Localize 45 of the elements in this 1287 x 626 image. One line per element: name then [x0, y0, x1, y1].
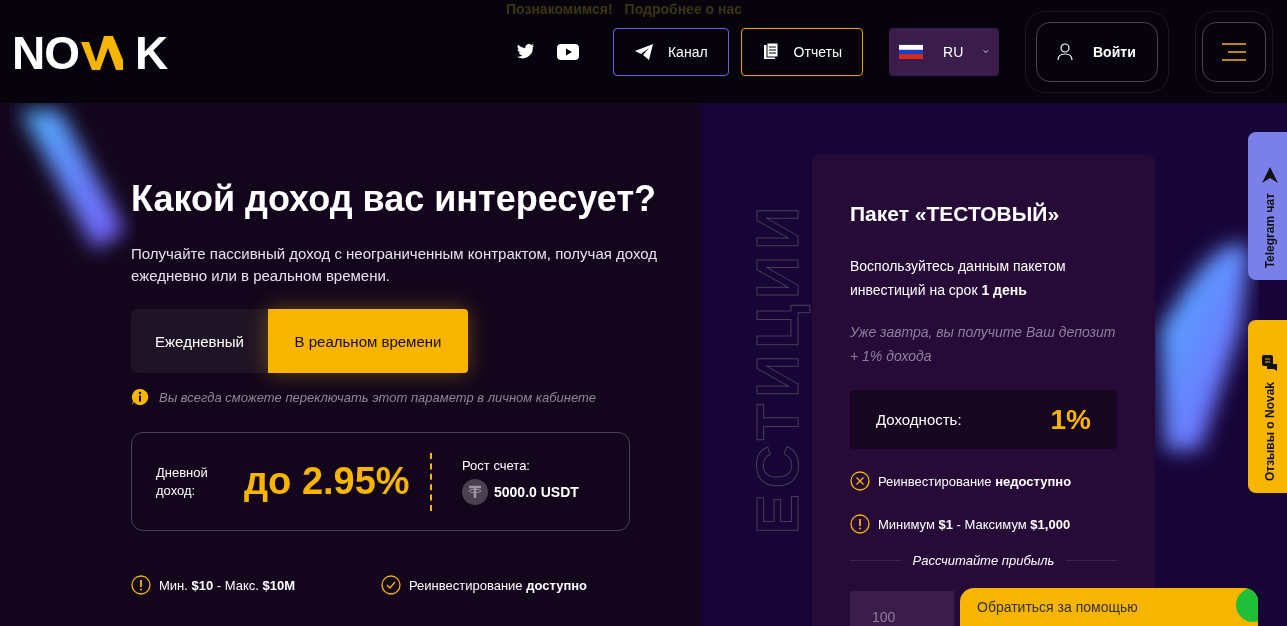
- info-icon: [131, 388, 149, 406]
- hint-text: Вы всегда сможете переключать этот параметр в личном кабинете: [159, 389, 597, 405]
- language-select[interactable]: RU: [889, 27, 999, 76]
- stat-label: Рост счета:: [462, 458, 531, 473]
- mode-tab[interactable]: В реальном времени: [268, 309, 468, 373]
- income-value: до 2.95%: [244, 460, 411, 503]
- chevron-down-icon: [983, 49, 989, 54]
- package-description: Воспользуйтесь данным пакетом инвестиций на срок 1 день: [850, 257, 1067, 300]
- feature-text: Мин. $10 - Макс. $10M: [159, 577, 296, 593]
- reports-button[interactable]: Отчеты: [740, 27, 863, 76]
- amount-field[interactable]: 100: [850, 591, 954, 626]
- youtube-icon[interactable]: [556, 43, 579, 60]
- user-icon: [1057, 43, 1073, 60]
- arrow-up-icon: [1262, 166, 1278, 183]
- exclamation-icon: [850, 514, 870, 534]
- menu-icon: [1222, 42, 1246, 61]
- outline-title: ЕСТИЦИИ: [742, 199, 812, 537]
- paper-plane-icon: [633, 42, 654, 61]
- feature-text: Реинвестирование доступно: [409, 577, 588, 593]
- exclamation-icon: [131, 575, 151, 595]
- novak-logo: NO K: [12, 25, 168, 80]
- feature-text: Минимум $1 - Максимум $1,000: [878, 516, 1071, 532]
- menu-button[interactable]: [1202, 21, 1266, 82]
- document-icon: [761, 42, 780, 61]
- page-description: Получайте пассивный доход с неограниченным контрактом, получая доход ежедневно или в реальном времени.: [131, 244, 659, 286]
- feature-text: Реинвестирование недоступно: [878, 473, 1072, 489]
- check-icon: [381, 575, 401, 595]
- telegram-chat-tab[interactable]: Telegram чат: [1248, 132, 1287, 280]
- mode-tab[interactable]: Ежедневный: [131, 309, 268, 373]
- cross-icon: [850, 471, 870, 491]
- reviews-tab[interactable]: Отзывы о Novak: [1248, 320, 1287, 493]
- package-note: Уже завтра, вы получите Ваш депозит + 1% дохода: [850, 323, 1117, 366]
- yield-value: 1%: [1050, 403, 1091, 436]
- balance-value: 5000.0 USDT: [494, 484, 579, 500]
- stat-label: Дневной доход:: [156, 463, 209, 500]
- chat-bubble-icon: [1261, 353, 1279, 372]
- twitter-bird-icon[interactable]: [516, 44, 535, 59]
- yield-label: Доходность:: [876, 411, 962, 428]
- page-heading: Какой доход вас интересует?: [131, 177, 658, 221]
- package-title: Пакет «ТЕСТОВЫЙ»: [850, 202, 1061, 226]
- help-button[interactable]: Обратиться за помощью: [960, 588, 1258, 626]
- section-label: Рассчитайте прибыль: [900, 553, 1067, 568]
- login-button[interactable]: Войти: [1036, 21, 1158, 82]
- channel-button[interactable]: Канал: [612, 27, 729, 76]
- coin-icon: [462, 479, 488, 505]
